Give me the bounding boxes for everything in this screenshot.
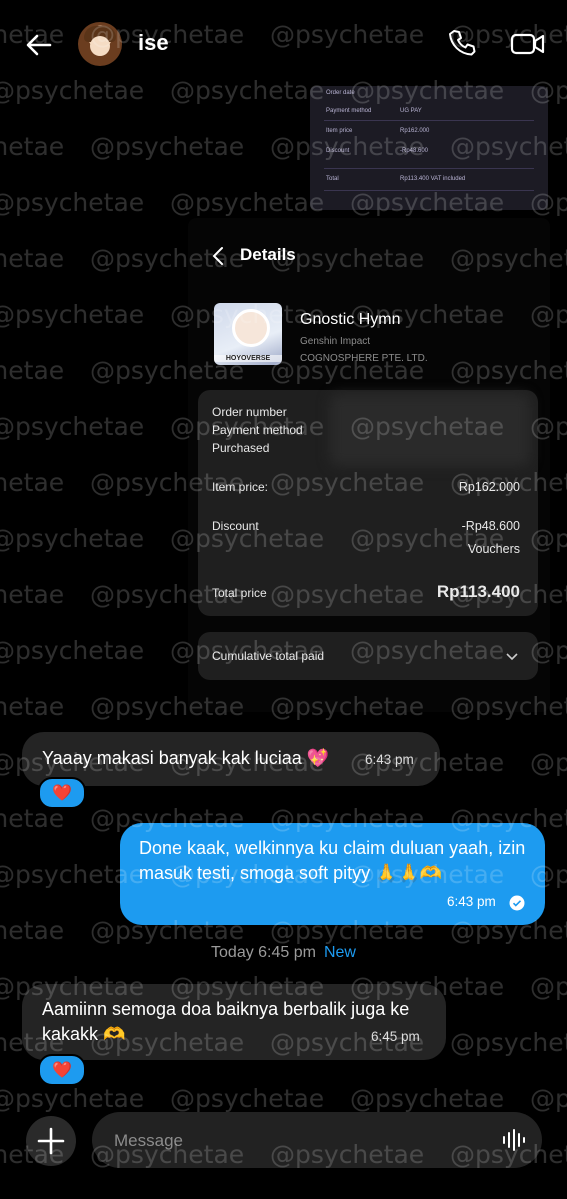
watermark-text: @psychetae bbox=[0, 524, 145, 553]
watermark-text: @psychetae bbox=[0, 692, 65, 721]
discount-note: Vouchers bbox=[467, 542, 520, 556]
watermark-text: @psychetae bbox=[0, 132, 65, 161]
date-separator-text: Today 6:45 pm bbox=[211, 944, 316, 961]
read-check-icon bbox=[509, 895, 525, 911]
message-time: 6:45 pm bbox=[371, 1029, 420, 1044]
game-app-icon: HOYOVERSE bbox=[214, 303, 282, 365]
watermark-text: @psychetae bbox=[530, 972, 567, 1001]
icon-brand-label: HOYOVERSE bbox=[214, 355, 282, 362]
watermark-text: @psychetae bbox=[90, 132, 245, 161]
watermark-text: @psychetae bbox=[0, 916, 65, 945]
message-text: Yaaay makasi banyak kak luciaa 💖 bbox=[42, 748, 330, 768]
watermark-text: @psychetae bbox=[530, 748, 567, 777]
receipt-title: Details bbox=[240, 245, 296, 264]
order-number-label: Order number bbox=[212, 405, 287, 419]
product-company: COGNOSPHERE PTE. LTD. bbox=[300, 353, 428, 364]
date-separator: Today 6:45 pm New bbox=[0, 944, 567, 962]
total-price-label: Total price bbox=[212, 586, 267, 600]
total-price-value: Rp113.400 bbox=[436, 582, 520, 601]
item-price-value: Rp162.000 bbox=[458, 480, 520, 494]
chevron-down-icon bbox=[504, 648, 520, 664]
payment-method-label: Payment method bbox=[212, 423, 303, 437]
watermark-text: @psychetae bbox=[530, 1084, 567, 1113]
watermark-text: @psychetae bbox=[0, 636, 145, 665]
watermark-text: @psychetae bbox=[350, 1084, 505, 1113]
message-time: 6:43 pm bbox=[447, 894, 496, 909]
plus-icon bbox=[37, 1127, 65, 1155]
watermark-text: @psychetae bbox=[170, 1084, 325, 1113]
phone-icon[interactable] bbox=[446, 27, 478, 59]
watermark-text: @psychetae bbox=[0, 412, 145, 441]
img1-row: Item price Rp162.000 bbox=[326, 128, 430, 134]
cumulative-total-label: Cumulative total paid bbox=[212, 649, 325, 663]
contact-avatar[interactable] bbox=[78, 22, 122, 66]
heart-reaction-icon[interactable]: ❤️ bbox=[38, 1054, 86, 1086]
message-composer[interactable] bbox=[92, 1112, 542, 1170]
discount-label: Discount bbox=[212, 519, 259, 533]
redacted-blur bbox=[330, 394, 530, 466]
watermark-text: @psychetae bbox=[0, 1084, 145, 1113]
img1-row: Payment method UG PAY bbox=[326, 108, 422, 114]
back-arrow-icon[interactable] bbox=[22, 28, 56, 62]
watermark-text: @psychetae bbox=[170, 188, 325, 217]
product-name: Gnostic Hymn bbox=[300, 311, 401, 328]
heart-reaction-icon[interactable]: ❤️ bbox=[38, 777, 86, 809]
contact-name[interactable]: ise bbox=[138, 30, 169, 56]
message-input[interactable] bbox=[112, 1112, 496, 1170]
product-game: Genshin Impact bbox=[300, 336, 371, 347]
new-label: New bbox=[323, 944, 356, 961]
video-camera-icon[interactable] bbox=[510, 29, 546, 59]
watermark-text: @psychetae bbox=[0, 356, 65, 385]
watermark-text: @psychetae bbox=[0, 188, 145, 217]
img1-row: Order date bbox=[326, 90, 355, 96]
img1-row: Total Rp113.400 VAT included bbox=[326, 176, 466, 182]
watermark-text: @psychetae bbox=[0, 580, 65, 609]
shared-image-receipt-small[interactable]: Order date Payment method UG PAY Item pri… bbox=[310, 86, 548, 210]
watermark-text: @psychetae bbox=[0, 244, 65, 273]
img1-row: Discount -Rp48.600 bbox=[326, 148, 429, 154]
discount-value: -Rp48.600 bbox=[461, 519, 520, 533]
message-time: 6:43 pm bbox=[365, 752, 414, 767]
watermark-text: @psychetae bbox=[0, 468, 65, 497]
add-attachment-button[interactable] bbox=[26, 1116, 76, 1166]
watermark-text: @psychetae bbox=[0, 300, 145, 329]
item-price-label: Item price: bbox=[212, 480, 269, 494]
watermark-text: @psychetae bbox=[450, 1028, 567, 1057]
voice-message-icon[interactable] bbox=[500, 1126, 528, 1154]
purchased-label: Purchased bbox=[212, 441, 270, 455]
chevron-left-icon bbox=[208, 244, 230, 268]
message-text: Done kaak, welkinnya ku claim duluan yaa… bbox=[139, 838, 526, 883]
